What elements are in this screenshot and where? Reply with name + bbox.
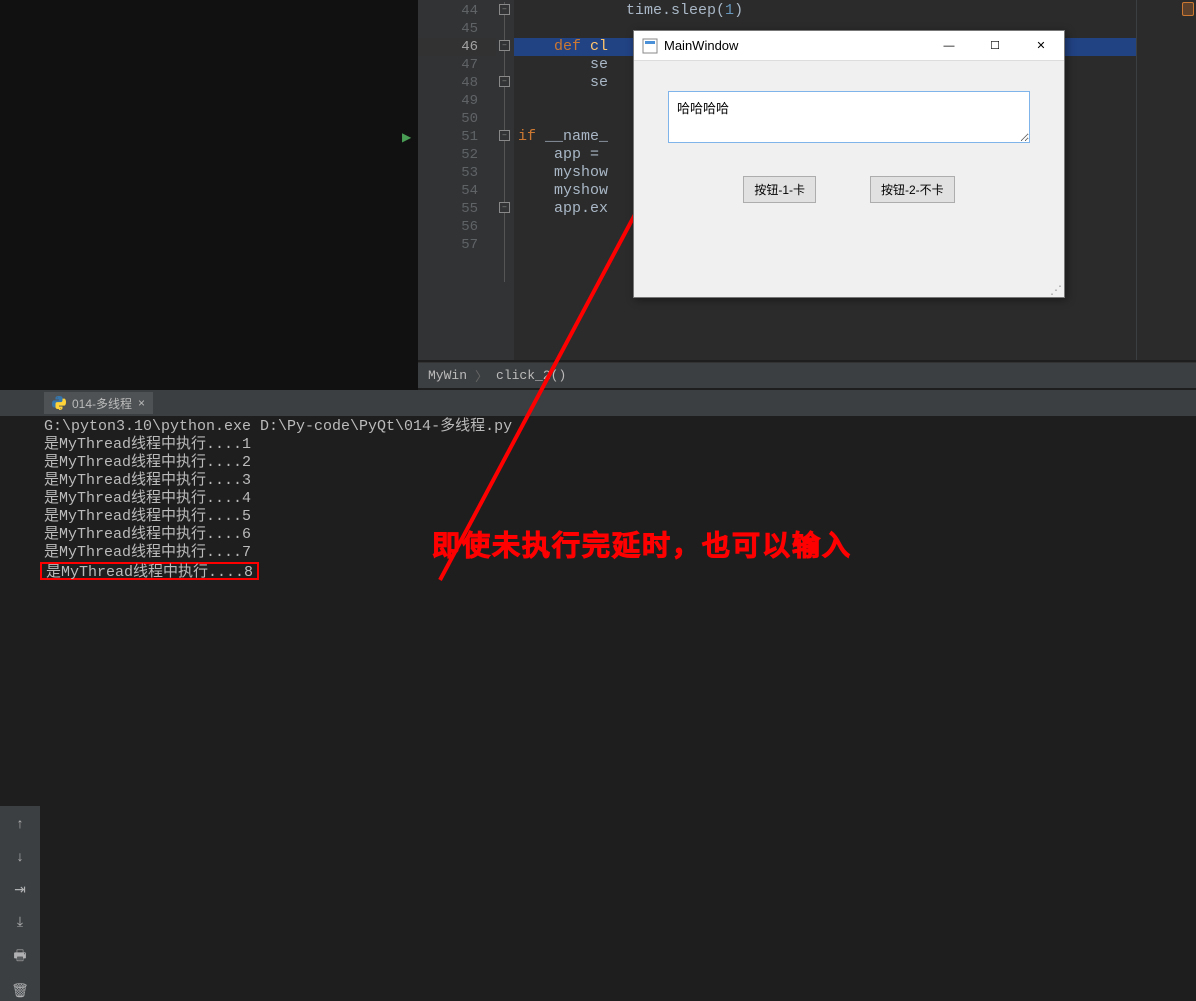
- terminal-output-line: 是MyThread线程中执行....4: [44, 490, 1196, 508]
- button-1[interactable]: 按钮-1-卡: [743, 176, 816, 203]
- minimap-warning-marker: [1182, 2, 1194, 16]
- line-gutter: 4445464748495051▶525354555657: [418, 0, 496, 360]
- breadcrumb-separator: 〉: [475, 366, 488, 385]
- close-icon[interactable]: ×: [138, 396, 145, 410]
- annotation-text: 即使未执行完延时，也可以输入: [432, 524, 852, 564]
- line-number: 54: [418, 182, 496, 200]
- python-icon: [52, 396, 66, 410]
- line-number: 55: [418, 200, 496, 218]
- scroll-to-end-icon[interactable]: ⤓: [9, 914, 31, 933]
- terminal-output-line: 是MyThread线程中执行....2: [44, 454, 1196, 472]
- titlebar[interactable]: MainWindow — ☐ ✕: [634, 31, 1064, 61]
- print-icon[interactable]: 🖶: [9, 946, 31, 968]
- rerun-icon[interactable]: ↑: [9, 816, 31, 835]
- line-number: 47: [418, 56, 496, 74]
- run-tool-column: ↑ ↓ ⇥ ⤓ 🖶 🗑: [0, 806, 40, 1001]
- breadcrumb[interactable]: MyWin 〉 click_2(): [418, 362, 1196, 388]
- line-number: 44: [418, 2, 496, 20]
- terminal-output-line: 是MyThread线程中执行....1: [44, 436, 1196, 454]
- breadcrumb-class[interactable]: MyWin: [428, 368, 467, 383]
- line-number: 48: [418, 74, 496, 92]
- window-title: MainWindow: [664, 38, 926, 53]
- fold-column: – – – – –: [496, 0, 514, 360]
- terminal-output[interactable]: G:\pyton3.10\python.exe D:\Py-code\PyQt\…: [44, 418, 1196, 611]
- line-number: 52: [418, 146, 496, 164]
- run-tab-label: 014-多线程: [72, 395, 132, 412]
- line-number: 49: [418, 92, 496, 110]
- terminal-panel: 014-多线程 × ↑ ↓ ⇥ ⤓ 🖶 🗑 G:\pyton3.10\pytho…: [0, 390, 1196, 611]
- terminal-tabs: 014-多线程 ×: [0, 390, 1196, 416]
- minimap[interactable]: [1136, 0, 1196, 360]
- run-tab[interactable]: 014-多线程 ×: [44, 392, 153, 414]
- minimize-button[interactable]: —: [926, 31, 972, 61]
- resize-grip-icon[interactable]: ⋰: [1050, 283, 1062, 295]
- line-number: 57: [418, 236, 496, 254]
- down-icon[interactable]: ↓: [9, 849, 31, 868]
- line-number: 53: [418, 164, 496, 182]
- line-number: 56: [418, 218, 496, 236]
- line-number: 50: [418, 110, 496, 128]
- text-input[interactable]: [668, 91, 1030, 143]
- line-number: 51▶: [418, 128, 496, 146]
- close-button[interactable]: ✕: [1018, 31, 1064, 61]
- qt-app-icon: [642, 38, 658, 54]
- qt-main-window: MainWindow — ☐ ✕ 按钮-1-卡 按钮-2-不卡 ⋰: [633, 30, 1065, 298]
- button-2[interactable]: 按钮-2-不卡: [870, 176, 955, 203]
- breadcrumb-method[interactable]: click_2(): [496, 368, 566, 383]
- maximize-button[interactable]: ☐: [972, 31, 1018, 61]
- trash-icon[interactable]: 🗑: [9, 982, 31, 1001]
- run-gutter-icon[interactable]: ▶: [402, 130, 411, 145]
- terminal-output-line: 是MyThread线程中执行....8: [40, 562, 259, 580]
- left-empty-area: [0, 0, 418, 390]
- line-number: 46: [418, 38, 496, 56]
- line-number: 45: [418, 20, 496, 38]
- terminal-command-line: G:\pyton3.10\python.exe D:\Py-code\PyQt\…: [44, 418, 1196, 436]
- terminal-output-line: 是MyThread线程中执行....3: [44, 472, 1196, 490]
- soft-wrap-icon[interactable]: ⇥: [9, 881, 31, 900]
- code-line[interactable]: time.sleep(1): [514, 2, 1196, 20]
